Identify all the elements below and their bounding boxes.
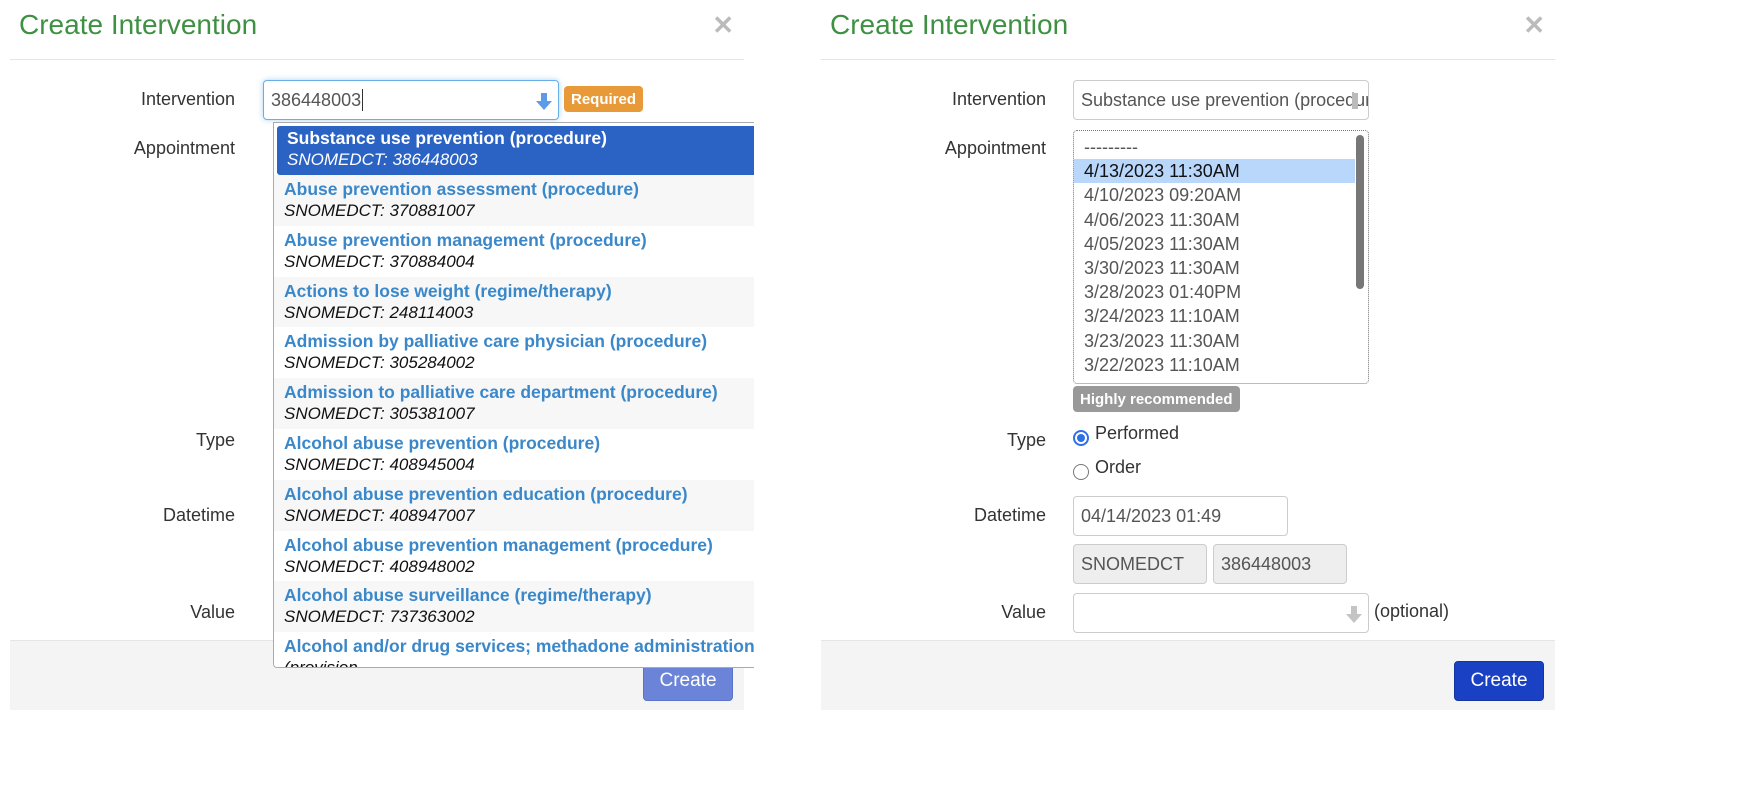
appointment-option[interactable]: 4/05/2023 11:30AM <box>1074 232 1368 256</box>
option-name: Alcohol abuse prevention (procedure) <box>284 432 601 453</box>
dropdown-option[interactable]: Alcohol abuse prevention management (pro… <box>274 530 754 582</box>
intervention-label: Intervention <box>951 89 1046 109</box>
option-code: SNOMEDCT: 305381007 <box>284 404 475 424</box>
option-code: SNOMEDCT: 737363002 <box>284 607 475 627</box>
appointment-option[interactable]: --------- <box>1074 135 1368 159</box>
radio-unchecked-icon[interactable] <box>1073 463 1089 480</box>
modal-header: Create Intervention ✕ <box>821 0 1555 60</box>
text-caret <box>362 89 364 111</box>
appointment-option[interactable]: 3/30/2023 11:30AM <box>1074 256 1368 280</box>
option-name: Abuse prevention management (procedure) <box>284 229 647 250</box>
down-arrow-icon[interactable] <box>1346 604 1362 624</box>
dropdown-option[interactable]: Alcohol abuse surveillance (regime/thera… <box>274 581 754 633</box>
code-value: 386448003 <box>1221 553 1312 574</box>
appointment-options: --------- 4/13/2023 11:30AM 4/10/2023 09:2… <box>1074 135 1368 377</box>
option-name: Alcohol and/or drug services; methadone … <box>284 636 754 657</box>
dropdown-option[interactable]: Admission to palliative care department … <box>274 378 754 429</box>
option-name: Substance use prevention (procedure) <box>287 128 607 148</box>
option-name: Admission by palliative care physician (… <box>284 331 708 352</box>
option-code: SNOMEDCT: 408947007 <box>284 505 475 525</box>
radio-checked-icon[interactable] <box>1073 429 1089 446</box>
option-name: Alcohol abuse surveillance (regime/thera… <box>284 585 652 606</box>
appointment-label: Appointment <box>133 138 235 158</box>
type-label: Type <box>1006 430 1046 450</box>
intervention-search-input[interactable]: 386448003 <box>263 80 559 120</box>
option-code: SNOMEDCT: 305284002 <box>284 353 475 373</box>
dropdown-option[interactable]: Abuse prevention management (procedure) S… <box>274 225 754 277</box>
type-radio-order[interactable]: Order <box>1073 457 1142 480</box>
modal-title: Create Intervention <box>830 9 1069 40</box>
value-label: Value <box>190 602 235 622</box>
modal-footer: Create <box>821 640 1555 710</box>
down-arrow-icon[interactable] <box>536 91 552 111</box>
datetime-label: Datetime <box>162 505 235 525</box>
appointment-option[interactable]: 4/13/2023 11:30AM <box>1074 159 1355 184</box>
datetime-value: 04/14/2023 01:49 <box>1081 505 1222 526</box>
datetime-label: Datetime <box>973 505 1046 525</box>
listbox-scrollbar[interactable] <box>1356 135 1364 289</box>
radio-label: Performed <box>1095 423 1180 443</box>
option-code: (provision <box>284 658 358 668</box>
appointment-option[interactable]: 4/06/2023 11:30AM <box>1074 208 1368 232</box>
appointment-option[interactable]: 3/23/2023 11:30AM <box>1074 329 1368 353</box>
code-system-field: SNOMEDCT <box>1073 544 1207 584</box>
select-arrow-icon <box>1352 93 1358 109</box>
intervention-select-value: Substance use prevention (procedure) <box>1081 89 1369 110</box>
option-name: Alcohol abuse prevention education (proc… <box>284 483 688 504</box>
dropdown-option[interactable]: Abuse prevention assessment (procedure) S… <box>274 175 754 226</box>
radio-label: Order <box>1095 457 1142 477</box>
option-code: SNOMEDCT: 370881007 <box>284 201 475 220</box>
type-radio-performed[interactable]: Performed <box>1073 423 1180 446</box>
code-system-value: SNOMEDCT <box>1081 553 1184 574</box>
option-name: Admission to palliative care department … <box>284 382 718 403</box>
appointment-option[interactable]: 3/24/2023 11:10AM <box>1074 304 1368 328</box>
type-label: Type <box>195 430 235 450</box>
highly-recommended-badge: Highly recommended <box>1073 386 1240 412</box>
code-value-field: 386448003 <box>1213 544 1347 584</box>
appointment-listbox[interactable]: --------- 4/13/2023 11:30AM 4/10/2023 09:2… <box>1073 130 1369 384</box>
option-code: SNOMEDCT: 386448003 <box>287 150 478 169</box>
create-intervention-modal-right: Create Intervention ✕ Intervention Appoi… <box>821 0 1555 794</box>
intervention-label: Intervention <box>140 89 235 109</box>
value-select[interactable] <box>1073 593 1369 633</box>
option-code: SNOMEDCT: 408945004 <box>284 454 475 474</box>
optional-hint: (optional) <box>1374 601 1450 621</box>
option-code: SNOMEDCT: 408948002 <box>284 556 475 576</box>
modal-title: Create Intervention <box>19 9 258 40</box>
close-icon[interactable]: ✕ <box>712 12 734 38</box>
option-name: Alcohol abuse prevention management (pro… <box>284 534 713 555</box>
modal-header: Create Intervention ✕ <box>10 0 744 60</box>
dropdown-option[interactable]: Alcohol and/or drug services; methadone … <box>274 632 754 668</box>
option-code: SNOMEDCT: 370884004 <box>284 251 475 271</box>
value-label: Value <box>1001 602 1046 622</box>
dropdown-option[interactable]: Alcohol abuse prevention (procedure) SNOM… <box>274 428 754 480</box>
option-code: SNOMEDCT: 248114003 <box>284 302 474 322</box>
option-name: Actions to lose weight (regime/therapy) <box>284 280 612 301</box>
create-button[interactable]: Create <box>1454 661 1544 701</box>
appointment-option[interactable]: 3/22/2023 11:10AM <box>1074 353 1368 377</box>
dropdown-option[interactable]: Actions to lose weight (regime/therapy) S… <box>274 276 754 328</box>
dropdown-option[interactable]: Substance use prevention (procedure) SNOM… <box>277 126 754 175</box>
datetime-input[interactable]: 04/14/2023 01:49 <box>1073 496 1288 536</box>
option-name: Abuse prevention assessment (procedure) <box>284 179 639 199</box>
create-intervention-modal-left: Create Intervention ✕ Intervention Appoi… <box>10 0 754 794</box>
appointment-option[interactable]: 3/28/2023 01:40PM <box>1074 280 1368 304</box>
appointment-option[interactable]: 4/10/2023 09:20AM <box>1074 183 1368 207</box>
required-badge: Required <box>564 86 644 112</box>
appointment-label: Appointment <box>944 138 1046 158</box>
dropdown-option[interactable]: Admission by palliative care physician (… <box>274 327 754 379</box>
dropdown-option[interactable]: Alcohol abuse prevention education (proc… <box>274 479 754 531</box>
close-icon[interactable]: ✕ <box>1523 12 1545 38</box>
intervention-input-value: 386448003 <box>271 89 362 110</box>
intervention-dropdown-list[interactable]: Substance use prevention (procedure) SNOM… <box>273 122 754 668</box>
intervention-select[interactable]: Substance use prevention (procedure) <box>1073 80 1369 120</box>
